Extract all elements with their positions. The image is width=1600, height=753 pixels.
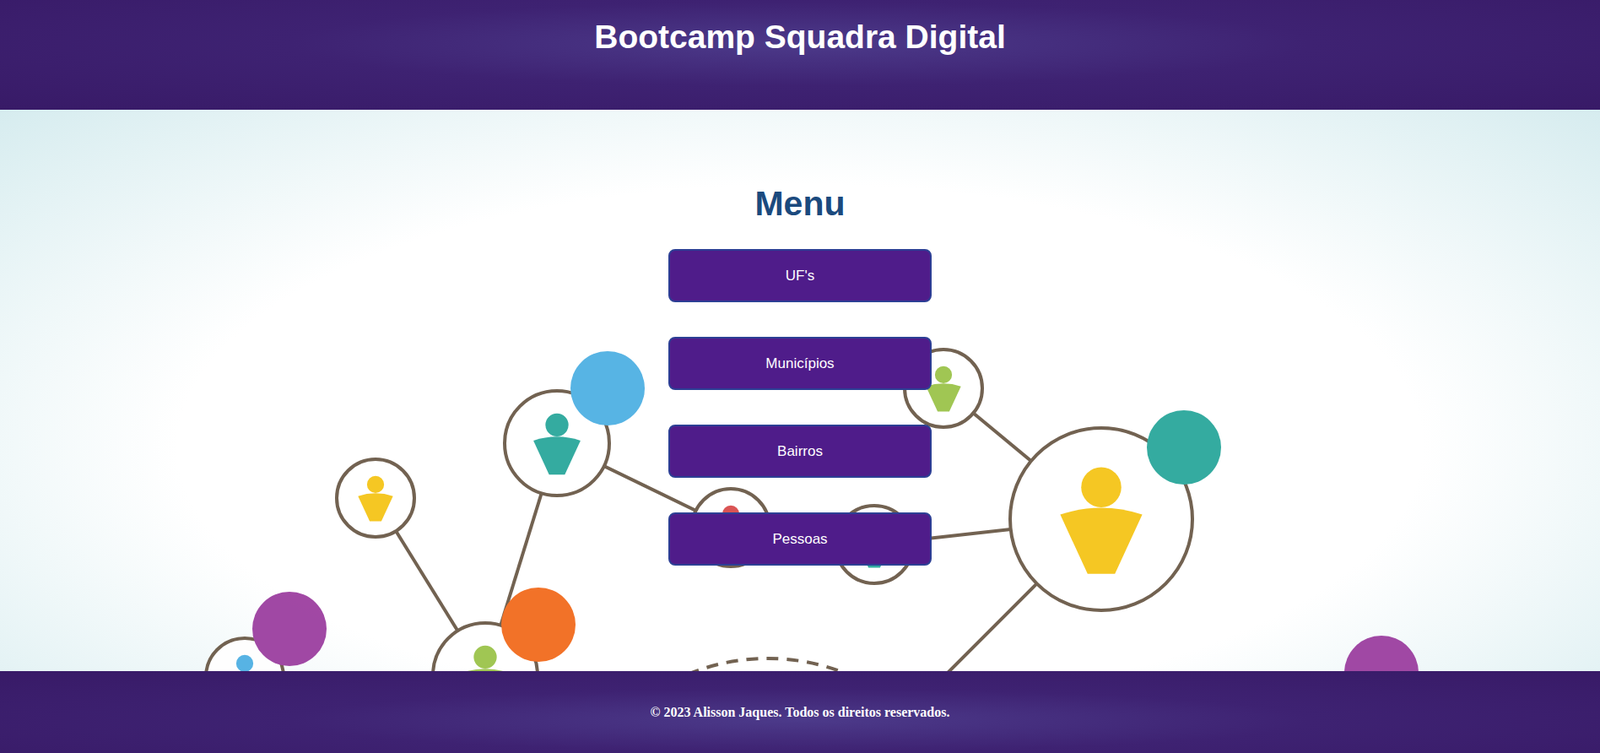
menu: Menu UF's Municípios Bairros Pessoas	[668, 109, 932, 671]
menu-button[interactable]: Bairros	[668, 424, 932, 478]
menu-button[interactable]: Pessoas	[668, 512, 932, 566]
menu-button[interactable]: UF's	[668, 248, 932, 303]
header: Bootcamp Squadra Digital	[0, 0, 1600, 110]
page: Bootcamp Squadra Digital Menu UF's Municípi…	[0, 0, 1600, 753]
menu-title: Menu	[754, 183, 845, 224]
copyright-text: © 2023 Alisson Jaques. Todos os direitos…	[650, 704, 951, 720]
menu-button[interactable]: Municípios	[668, 336, 932, 390]
main-content: Menu UF's Municípios Bairros Pessoas	[0, 109, 1600, 671]
site-title: Bootcamp Squadra Digital	[594, 18, 1006, 56]
menu-button-list: UF's Municípios Bairros Pessoas	[668, 248, 932, 566]
footer: © 2023 Alisson Jaques. Todos os direitos…	[0, 670, 1600, 753]
